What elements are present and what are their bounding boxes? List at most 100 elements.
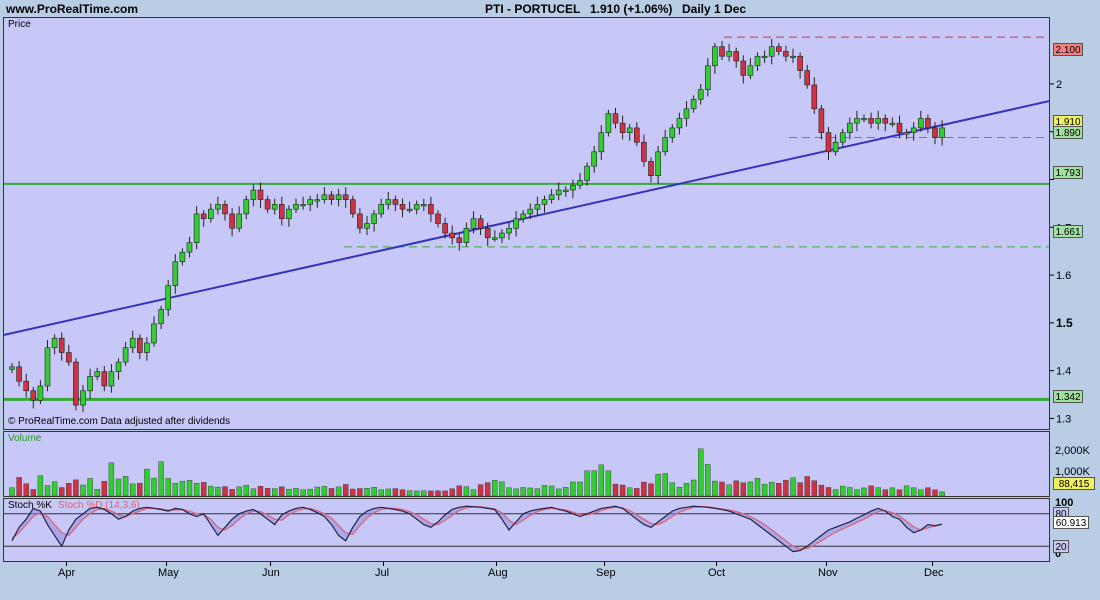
candle-body [342,194,349,200]
stoch-d-line [11,506,943,550]
candle-body [456,237,463,243]
volume-bar [634,488,640,496]
x-tick [496,562,497,566]
volume-bar [783,479,789,496]
volume-bar [754,478,761,496]
volume-bar [669,482,675,496]
volume-bar [186,480,193,496]
volume-bar [328,488,335,496]
candle-body [839,132,846,143]
volume-bar [499,481,505,496]
volume-bar [108,462,115,496]
candle-body [648,161,654,177]
candle-body [570,184,576,191]
candle-body [484,227,491,239]
volume-bar [534,488,541,496]
candle-body [790,55,796,59]
candle-body [520,213,527,220]
volume-bar [87,478,93,496]
candle-body [491,237,498,240]
candle-body [633,127,640,143]
candle-body [704,65,711,90]
candle-body [300,204,306,207]
volume-bar [421,490,427,496]
volume-bar [286,488,292,496]
volume-bar [73,479,79,496]
level-tag-1793: 1.793 [1053,166,1083,179]
volume-bar [690,479,697,496]
candle-body [80,390,86,406]
volume-bar [350,488,356,496]
volume-bar [896,489,903,496]
volume-bar [761,483,768,496]
resistance-tag: 2.100 [1053,43,1083,56]
x-tick-label-may: May [158,567,179,579]
candle-body [541,199,548,205]
candle-body [555,189,562,196]
volume-bar [307,488,313,496]
volume-bar [584,470,590,496]
volume-bar [712,480,718,496]
volume-bar [16,477,22,496]
volume-bar [151,477,157,496]
price-tick-label: 1.5 [1056,316,1073,330]
volume-bar [371,487,377,496]
candle-body [321,194,328,200]
volume-bar [129,483,136,496]
volume-bar [769,482,775,496]
candle-body [129,337,136,349]
volume-bar [776,483,782,496]
candle-body [719,46,725,57]
x-tick [166,562,167,566]
candle-body [939,127,945,138]
volume-bar [868,485,874,496]
volume-bar [59,487,65,496]
candle-body [250,189,257,200]
volume-bar [939,491,945,496]
level-tag-1890: 1.890 [1053,126,1083,139]
candle-body [406,208,413,211]
volume-bar [655,473,661,496]
candle-body [293,204,299,210]
candle-body [30,390,37,401]
candle-body [562,189,569,192]
candle-body [364,223,370,229]
price-tick-label: 1.4 [1056,366,1071,378]
candle-body [349,199,356,215]
candle-body [264,199,271,210]
volume-bar [37,475,44,496]
candle-body [115,361,122,372]
x-tick [383,562,384,566]
x-tick-label-dec: Dec [924,567,944,579]
candle-body [747,65,754,76]
candle-body [470,218,477,229]
candle-body [825,132,832,153]
volume-bar [556,488,562,496]
volume-bar [733,480,739,496]
candle-body [917,118,924,129]
candle-body [612,113,619,124]
candle-body [662,137,669,153]
volume-bar [335,486,342,496]
quote-value: 1.910 (+1.06%) [590,2,673,16]
volume-bar [179,480,186,496]
volume-bar [790,477,796,496]
candle-body [179,251,186,263]
candle-body [925,118,931,129]
volume-bar [449,488,455,496]
candle-body [733,51,740,62]
candle-body [215,204,221,210]
candle-body [16,366,22,382]
candle-body [328,194,335,200]
candle-body [641,141,647,162]
candle-body [619,122,626,133]
candle-body [449,232,456,239]
volume-bar [300,489,306,496]
candle-body [598,132,605,153]
stoch-panel: Stoch %K Stoch %D (14,3,6) [3,498,1050,562]
symbol-title: PTI - PORTUCEL [485,2,581,16]
candle-body [151,323,157,344]
candle-body [605,113,612,133]
volume-bar [747,481,754,496]
candle-body [44,347,51,387]
